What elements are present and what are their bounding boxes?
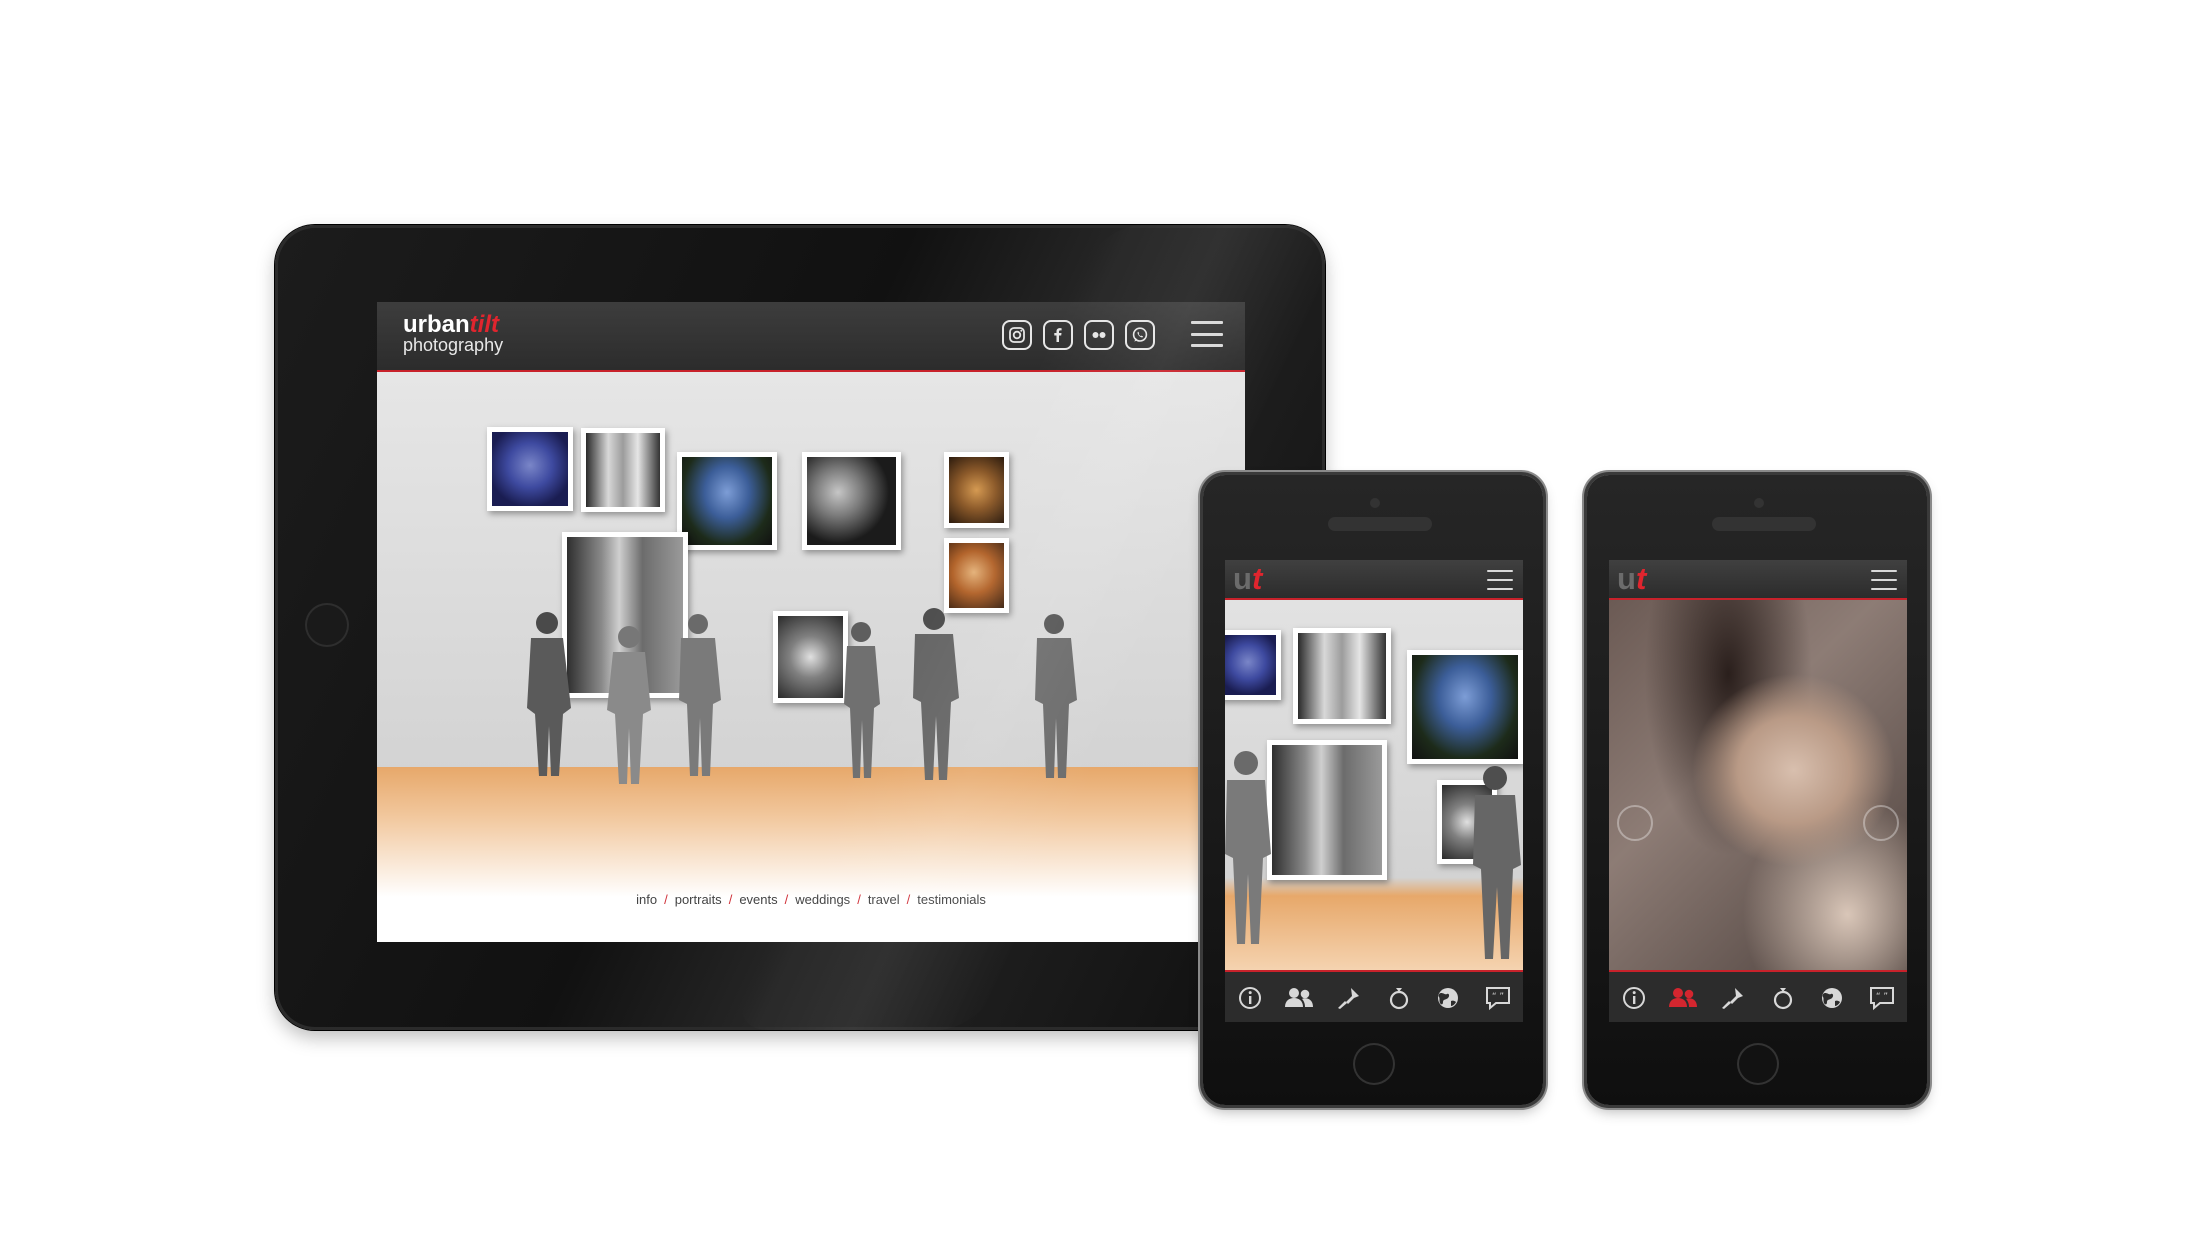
phone-home-button[interactable] [1353,1043,1395,1085]
nav-link-events[interactable]: events [739,892,777,907]
visitor-silhouette [844,622,880,778]
facebook-icon[interactable] [1043,320,1073,350]
gallery-photo[interactable] [802,452,901,550]
phone-tab-bar: “ ” [1225,970,1523,1022]
phone-logo[interactable]: ut [1233,563,1262,594]
phone-home-button[interactable] [1737,1043,1779,1085]
svg-text:“ ”: “ ” [1492,992,1504,1002]
gallery-photo[interactable] [1293,628,1391,724]
logo-letter-t: t [1635,561,1647,596]
gallery-photo[interactable] [1225,630,1281,700]
logo-word-photography: photography [403,335,504,355]
phone-header: ut [1225,560,1523,600]
globe-icon[interactable] [1814,980,1850,1016]
visitor-silhouette [1225,751,1271,944]
camera-dot [1754,498,1764,508]
quote-icon[interactable]: “ ” [1480,980,1516,1016]
svg-text:“ ”: “ ” [1876,992,1888,1002]
visitor-silhouette [1473,766,1521,959]
phone-tab-bar: “ ” [1609,970,1907,1022]
nav-separator: / [857,892,861,907]
nav-link-testimonials[interactable]: testimonials [917,892,986,907]
menu-hamburger-icon[interactable] [1487,570,1513,590]
people-icon[interactable] [1665,980,1701,1016]
flickr-icon[interactable] [1084,320,1114,350]
info-icon[interactable] [1232,980,1268,1016]
logo-word-urban: urban [403,311,470,338]
phone-device-gallery: ut “ ” [1203,475,1543,1105]
gallery-floor [377,767,1245,897]
visitor-silhouette [679,614,721,776]
gallery-photo[interactable] [1407,650,1523,764]
nav-link-info[interactable]: info [636,892,657,907]
logo-letter-u: u [1233,561,1252,596]
site-header: urbantilt photography [377,302,1245,372]
tablet-screen: urbantilt photography info / portraits /… [377,302,1245,942]
nav-link-weddings[interactable]: weddings [795,892,850,907]
menu-hamburger-icon[interactable] [1871,570,1897,590]
gallery-photo[interactable] [581,428,665,512]
nav-separator: / [664,892,668,907]
gallery-photo[interactable] [487,427,573,511]
visitor-silhouette [1035,614,1077,778]
speaker-slot [1328,517,1432,531]
gallery-photo[interactable] [944,538,1009,613]
nav-separator: / [728,892,733,907]
tablet-device: urbantilt photography info / portraits /… [275,225,1353,1030]
next-photo-arrow[interactable] [1863,805,1899,841]
site-logo[interactable]: urbantilt photography [403,311,504,355]
phone-gallery-view [1225,600,1523,970]
previous-photo-arrow[interactable] [1617,805,1653,841]
phone-header: ut [1609,560,1907,600]
people-icon[interactable] [1281,980,1317,1016]
camera-dot [1370,498,1380,508]
visitor-silhouette [527,612,571,776]
category-nav: info / portraits / events / weddings / travel / te… [377,892,1245,907]
nav-link-travel[interactable]: travel [868,892,900,907]
gallery-photo[interactable] [944,452,1009,528]
visitor-silhouette [913,608,959,780]
ring-icon[interactable] [1765,980,1801,1016]
nav-link-portraits[interactable]: portraits [675,892,722,907]
instagram-icon[interactable] [1002,320,1032,350]
flashlight-icon[interactable] [1331,980,1367,1016]
nav-separator: / [906,892,911,907]
flashlight-icon[interactable] [1715,980,1751,1016]
logo-word-tilt: tilt [469,311,499,338]
social-links [1002,320,1155,350]
menu-hamburger-icon[interactable] [1191,321,1223,347]
phone-logo[interactable]: ut [1617,563,1646,594]
gallery-photo[interactable] [677,452,777,550]
phone-screen: ut “ ” [1609,560,1907,1022]
logo-letter-u: u [1617,561,1636,596]
logo-letter-t: t [1251,561,1263,596]
globe-icon[interactable] [1430,980,1466,1016]
tablet-home-button[interactable] [305,603,349,647]
visitor-silhouette [607,626,651,784]
portrait-photo-view[interactable] [1609,600,1907,970]
whatsapp-icon[interactable] [1125,320,1155,350]
gallery-photo[interactable] [773,611,848,703]
ring-icon[interactable] [1381,980,1417,1016]
phone-screen: ut “ ” [1225,560,1523,1022]
phone-device-portrait: ut “ ” [1587,475,1927,1105]
quote-icon[interactable]: “ ” [1864,980,1900,1016]
speaker-slot [1712,517,1816,531]
nav-separator: / [784,892,789,907]
info-icon[interactable] [1616,980,1652,1016]
gallery-photo[interactable] [1267,740,1387,880]
